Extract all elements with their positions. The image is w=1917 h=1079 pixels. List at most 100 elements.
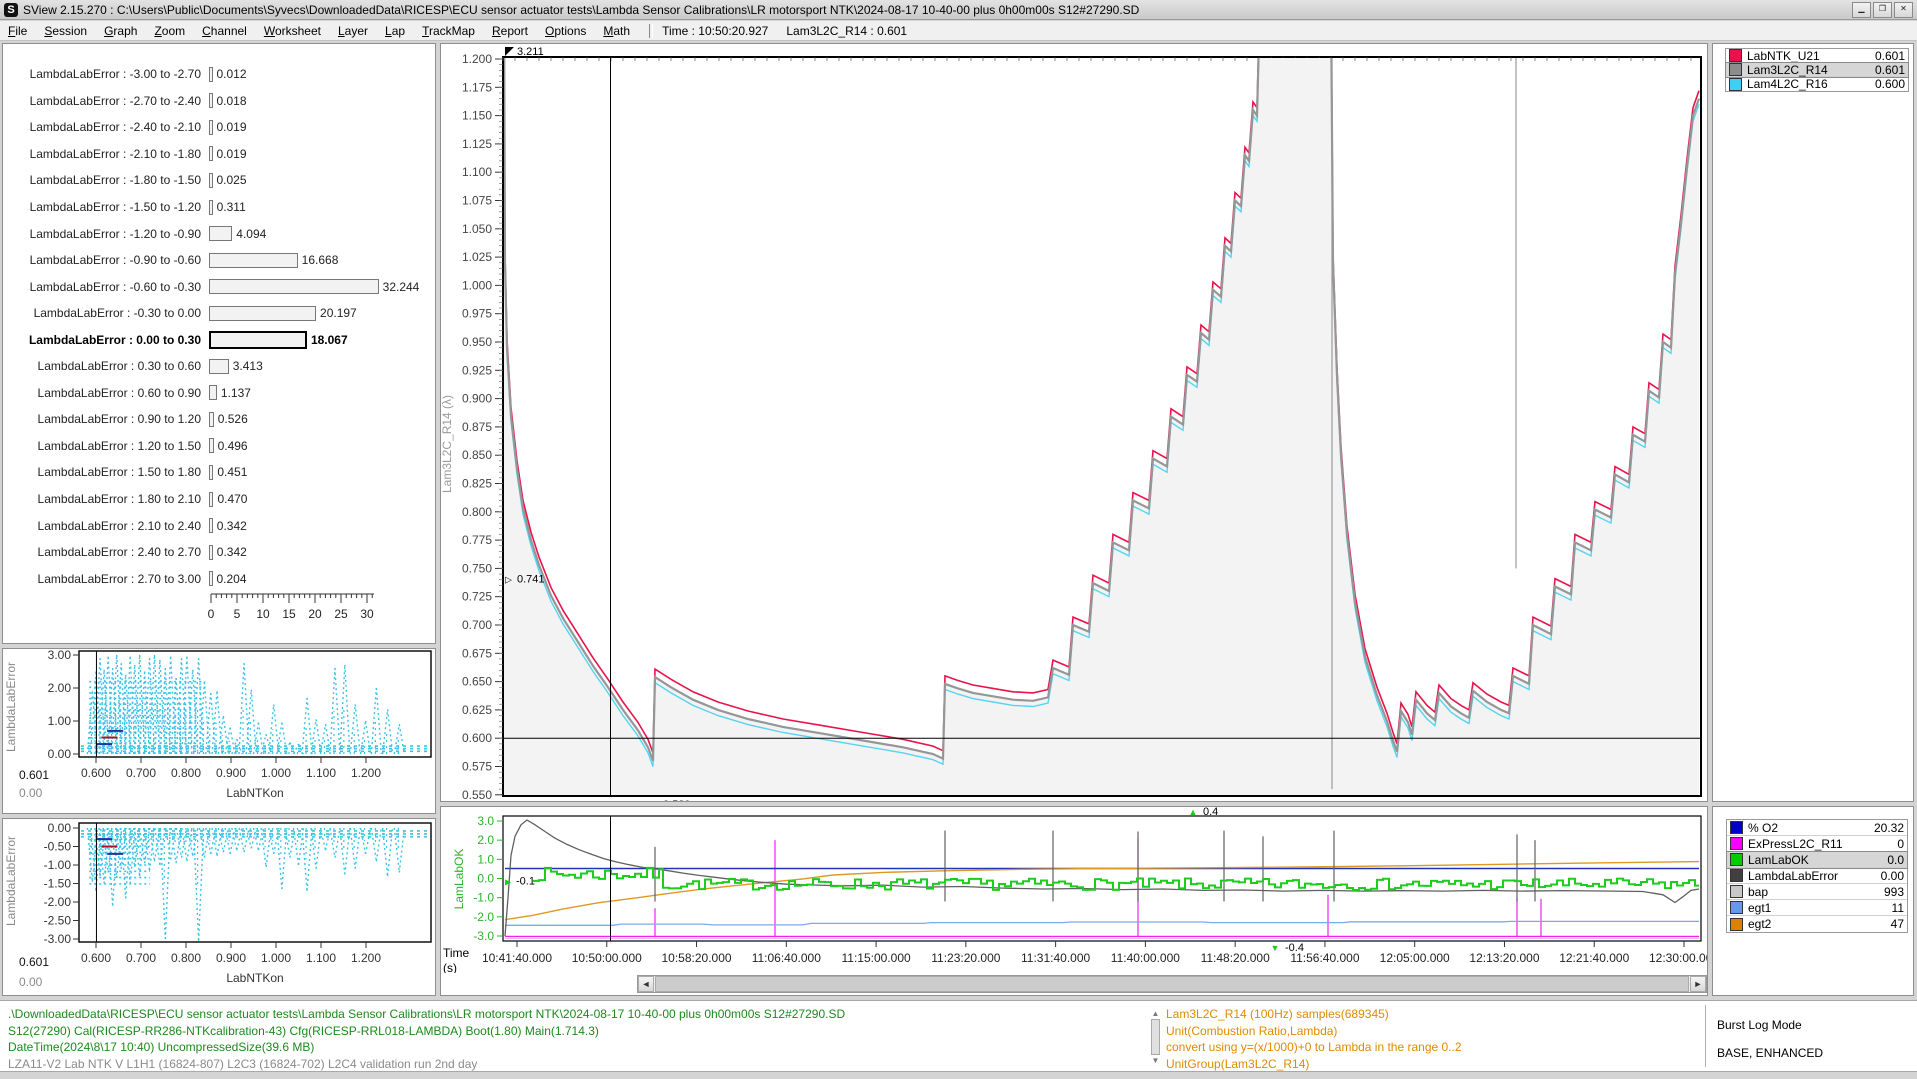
legend-row-lambdalaberror[interactable]: LambdaLabError0.00: [1727, 868, 1907, 884]
svg-text:0.800: 0.800: [462, 505, 492, 519]
menu-channel[interactable]: Channel: [202, 24, 247, 38]
histogram-row[interactable]: LambdaLabError : -1.80 to -1.500.025: [3, 167, 435, 194]
menu-layer[interactable]: Layer: [338, 24, 368, 38]
status-mini-scrollbar[interactable]: ▲ ▼: [1150, 1009, 1161, 1065]
menu-session[interactable]: Session: [44, 24, 87, 38]
menu-graph[interactable]: Graph: [104, 24, 137, 38]
svg-text:0.900: 0.900: [216, 951, 246, 965]
menu-lap[interactable]: Lap: [385, 24, 405, 38]
legend-row-lam4l2c-r16[interactable]: Lam4L2C_R160.600: [1726, 77, 1908, 91]
svg-text:▼: ▼: [1271, 943, 1280, 953]
maximize-button[interactable]: ❒: [1873, 2, 1892, 18]
legend-row-expressl2c-r11[interactable]: ExPressL2C_R110: [1727, 836, 1907, 852]
scroll-down-icon[interactable]: ▼: [1152, 1056, 1160, 1065]
histogram-row-value: 32.244: [383, 280, 420, 294]
menu-zoom[interactable]: Zoom: [154, 24, 185, 38]
histogram-row[interactable]: LambdaLabError : -1.50 to -1.200.311: [3, 194, 435, 221]
legend-row-egt2[interactable]: egt247: [1727, 916, 1907, 932]
legend-color-swatch: [1730, 869, 1743, 882]
svg-text:0.600: 0.600: [81, 951, 111, 965]
strip-plot[interactable]: LamLabOK3.02.01.00.0-1.0-2.0-3.0Time(s)1…: [441, 807, 1707, 973]
svg-text:1.200: 1.200: [351, 951, 381, 965]
svg-text:0.600: 0.600: [81, 766, 111, 780]
histogram-row[interactable]: LambdaLabError : -0.30 to 0.0020.197: [3, 300, 435, 327]
menu-trackmap[interactable]: TrackMap: [422, 24, 475, 38]
legend-row--o2[interactable]: % O220.32: [1727, 820, 1907, 836]
histogram-row[interactable]: LambdaLabError : -2.10 to -1.800.019: [3, 141, 435, 168]
histogram-row[interactable]: LambdaLabError : 0.00 to 0.3018.067: [3, 326, 435, 353]
legend-color-swatch: [1730, 918, 1743, 931]
histogram-row[interactable]: LambdaLabError : -1.20 to -0.904.094: [3, 220, 435, 247]
scatter-positive-plot[interactable]: LambdaLabError3.002.001.000.000.6000.700…: [3, 649, 435, 813]
svg-text:1.000: 1.000: [462, 278, 492, 292]
legend-color-swatch: [1729, 49, 1742, 62]
histogram-row[interactable]: LambdaLabError : -0.60 to -0.3032.244: [3, 273, 435, 300]
svg-text:-1.50: -1.50: [44, 877, 72, 891]
histogram-row[interactable]: LambdaLabError : 1.50 to 1.800.451: [3, 459, 435, 486]
histogram-row-label: LambdaLabError : -1.20 to -0.90: [3, 227, 209, 241]
legend-channel-name: LabNTK_U21: [1747, 49, 1875, 63]
histogram-row[interactable]: LambdaLabError : -0.90 to -0.6016.668: [3, 247, 435, 274]
mini-scrollbar-thumb[interactable]: [1151, 1019, 1160, 1055]
legend-channel-value: 0: [1897, 837, 1904, 851]
svg-text:0.741: 0.741: [517, 574, 545, 586]
histogram-row[interactable]: LambdaLabError : -3.00 to -2.700.012: [3, 61, 435, 88]
svg-text:0.575: 0.575: [462, 760, 492, 774]
menu-math[interactable]: Math: [603, 24, 630, 38]
histogram-row[interactable]: LambdaLabError : 0.90 to 1.200.526: [3, 406, 435, 433]
histogram-row[interactable]: LambdaLabError : 2.10 to 2.400.342: [3, 512, 435, 539]
legend-row-egt1[interactable]: egt111: [1727, 900, 1907, 916]
histogram-row-value: 3.413: [233, 359, 263, 373]
histogram-row[interactable]: LambdaLabError : 1.80 to 2.100.470: [3, 486, 435, 513]
histogram-bar: [209, 438, 214, 453]
legend-row-lamlabok[interactable]: LamLabOK0.0: [1727, 852, 1907, 868]
menu-file[interactable]: File: [8, 24, 27, 38]
svg-text:0.00: 0.00: [19, 786, 43, 800]
menu-report[interactable]: Report: [492, 24, 528, 38]
svg-text:LabNTKon: LabNTKon: [226, 786, 283, 800]
histogram-row[interactable]: LambdaLabError : 1.20 to 1.500.496: [3, 433, 435, 460]
legend-color-swatch: [1730, 821, 1743, 834]
menu-options[interactable]: Options: [545, 24, 586, 38]
svg-text:-3.00: -3.00: [44, 932, 72, 946]
histogram-row-label: LambdaLabError : 1.50 to 1.80: [3, 465, 209, 479]
svg-text:12:05:00.000: 12:05:00.000: [1380, 951, 1450, 965]
histogram-row-label: LambdaLabError : -3.00 to -2.70: [3, 67, 209, 81]
scatter-negative-plot[interactable]: LambdaLabError0.00-0.50-1.00-1.50-2.00-2…: [3, 819, 435, 995]
status-note: LZA11-V2 Lab NTK V L1H1 (16824-807) L2C3…: [8, 1056, 908, 1073]
histogram-row[interactable]: LambdaLabError : -2.70 to -2.400.018: [3, 88, 435, 115]
histogram-row-label: LambdaLabError : -1.50 to -1.20: [3, 200, 209, 214]
scroll-up-icon[interactable]: ▲: [1152, 1009, 1160, 1018]
menu-bar: File Session Graph Zoom Channel Worksheet Laye…: [0, 21, 1917, 41]
svg-text:3.00: 3.00: [48, 649, 72, 662]
histogram-row[interactable]: LambdaLabError : 2.40 to 2.700.342: [3, 539, 435, 566]
svg-text:0.725: 0.725: [462, 590, 492, 604]
svg-text:▶: ▶: [505, 877, 512, 886]
scroll-left-icon[interactable]: ◄: [638, 976, 654, 992]
histogram-row[interactable]: LambdaLabError : 0.30 to 0.603.413: [3, 353, 435, 380]
scrollbar-thumb[interactable]: [655, 976, 1689, 992]
histogram-row[interactable]: LambdaLabError : 0.60 to 0.901.137: [3, 380, 435, 407]
legend-row-lam3l2c-r14[interactable]: Lam3L2C_R140.601: [1726, 63, 1908, 77]
legend-channel-value: 0.600: [1875, 77, 1905, 91]
histogram-row[interactable]: LambdaLabError : 2.70 to 3.000.204: [3, 565, 435, 592]
time-scrollbar[interactable]: ◄ ►: [637, 975, 1707, 993]
close-button[interactable]: ✕: [1894, 2, 1913, 18]
svg-text:10:50:00.000: 10:50:00.000: [572, 951, 642, 965]
svg-text:0.601: 0.601: [19, 955, 49, 969]
svg-text:0.800: 0.800: [171, 766, 201, 780]
legend-row-labntk-u21[interactable]: LabNTK_U210.601: [1726, 49, 1908, 63]
svg-text:12:30:00.000: 12:30:00.000: [1649, 951, 1707, 965]
status-file-path: .\DownloadedData\RICESP\ECU sensor actua…: [8, 1006, 908, 1023]
minimize-button[interactable]: ▁: [1852, 2, 1871, 18]
histogram-row[interactable]: LambdaLabError : -2.40 to -2.100.019: [3, 114, 435, 141]
main-lambda-plot[interactable]: Lam3L2C_R14 (λ)1.2001.1751.1501.1251.100…: [441, 44, 1707, 801]
legend-channel-value: 0.0: [1887, 853, 1904, 867]
histogram-axis-ruler: [209, 593, 389, 606]
svg-text:1.175: 1.175: [462, 80, 492, 94]
legend-row-bap[interactable]: bap993: [1727, 884, 1907, 900]
scroll-right-icon[interactable]: ►: [1690, 976, 1706, 992]
menu-worksheet[interactable]: Worksheet: [264, 24, 321, 38]
legend-channel-name: bap: [1748, 885, 1884, 899]
status-base-enhanced: BASE, ENHANCED: [1717, 1039, 1823, 1067]
